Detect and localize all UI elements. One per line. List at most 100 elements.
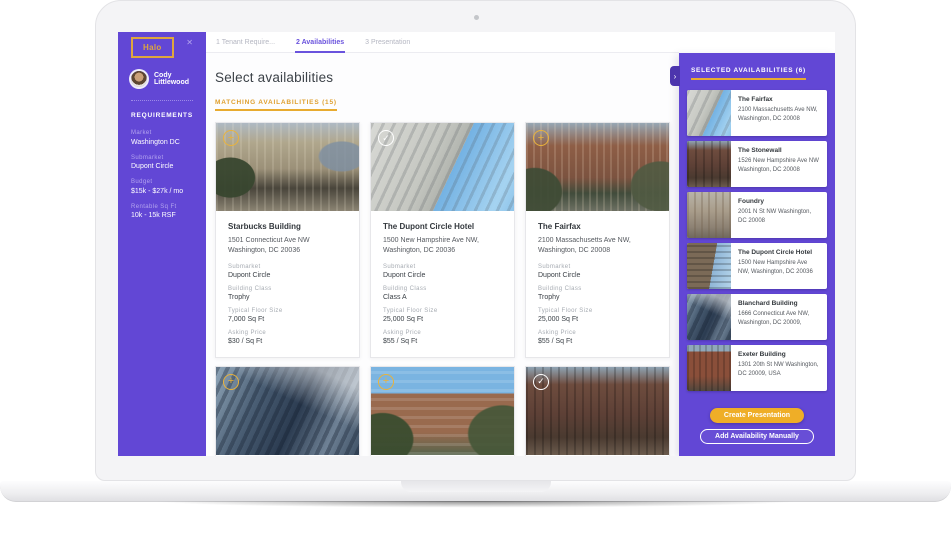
selected-item-blanchard[interactable]: Blanchard Building 1666 Connecticut Ave … [687,294,827,340]
requirement-budget: Budget $15k - $27k / mo [131,179,193,195]
field-label: Submarket [383,264,502,270]
requirement-market: Market Washington DC [131,130,193,146]
property-card-starbucks[interactable]: + Starbucks Building 1501 Connecticut Av… [215,122,360,358]
property-thumbnail [687,345,731,391]
add-circle-icon[interactable]: + [533,130,549,146]
tab-presentation[interactable]: 3 Presentation [364,33,411,52]
requirement-submarket: Submarket Dupont Circle [131,155,193,171]
tab-availabilities[interactable]: 2 Availabilities [295,33,345,52]
selected-availabilities-title: SELECTED AVAILABILITIES (6) [691,67,806,80]
panel-buttons: Create Presentation Add Availability Man… [687,404,827,456]
field-value: Dupont Circle [383,272,502,279]
field-label: Typical Floor Size [383,308,502,314]
field-label: Building Class [228,286,347,292]
field-value: $30 / Sq Ft [228,338,347,345]
field-label: Submarket [131,155,193,161]
field-value: 25,000 Sq Ft [538,316,657,323]
add-circle-icon[interactable]: + [223,130,239,146]
property-name: The Fairfax [538,222,657,231]
field-value: Dupont Circle [538,272,657,279]
field-label: Typical Floor Size [538,308,657,314]
laptop-screen: Halo ✕ Cody Littlewood REQUIREMENTS Mark… [95,0,856,481]
field-value: Class A [383,294,502,301]
requirements-title: REQUIREMENTS [131,112,193,119]
laptop-base [0,481,951,502]
selected-item-exeter[interactable]: Exeter Building 1301 20th St NW Washingt… [687,345,827,391]
property-thumbnail [687,243,731,289]
selected-item-name: The Fairfax [738,96,820,103]
field-label: Building Class [538,286,657,292]
left-sidebar: Halo ✕ Cody Littlewood REQUIREMENTS Mark… [118,32,206,456]
field-label: Building Class [383,286,502,292]
divider [131,100,193,101]
property-card-stonewall[interactable]: ✓ The Stonewall [525,366,670,456]
property-photo: + [216,123,359,211]
property-card-blanchard[interactable]: + Blanchard Building [215,366,360,456]
field-value: 25,000 Sq Ft [383,316,502,323]
panel-collapse-handle[interactable]: › [670,66,680,86]
selected-item-stonewall[interactable]: The Stonewall 1526 New Hampshire Ave NW … [687,141,827,187]
property-thumbnail [687,141,731,187]
create-presentation-button[interactable]: Create Presentation [710,408,804,423]
property-name: The Dupont Circle Hotel [383,222,502,231]
halo-logo: Halo [131,37,174,58]
selected-item-dupont-circle-hotel[interactable]: The Dupont Circle Hotel 1500 New Hampshi… [687,243,827,289]
property-thumbnail [687,90,731,136]
property-address: 1500 New Hampshire Ave NW, Washington, D… [383,236,502,256]
chevron-right-icon: › [674,72,677,81]
selected-item-address: 1301 20th St NW Washington, DC 20009, US… [738,361,820,378]
field-label: Market [131,130,193,136]
field-label: Asking Price [383,330,502,336]
availabilities-content: Select availabilities MATCHING AVAILABIL… [206,53,679,456]
field-label: Budget [131,179,193,185]
property-photo: + [526,123,669,211]
property-card-fairfax[interactable]: + The Fairfax 2100 Massachusetts Ave NW,… [525,122,670,358]
field-value: Washington DC [131,139,193,146]
selected-availabilities-panel: › SELECTED AVAILABILITIES (6) The Fairfa… [679,53,835,456]
step-tabbar: 1 Tenant Require... 2 Availabilities 3 P… [206,32,679,53]
tab-tenant-requirements[interactable]: 1 Tenant Require... [215,33,276,52]
main-area: 1 Tenant Require... 2 Availabilities 3 P… [206,32,679,456]
selected-item-fairfax[interactable]: The Fairfax 2100 Massachusetts Ave NW, W… [687,90,827,136]
avatar [131,71,147,87]
property-card-dumbarton[interactable]: + Dumbarton Place [370,366,515,456]
field-label: Typical Floor Size [228,308,347,314]
requirement-rentable-sqft: Rentable Sq Ft 10k - 15k RSF [131,204,193,220]
field-value: Trophy [538,294,657,301]
field-value: Trophy [228,294,347,301]
user-name: Cody Littlewood [154,72,193,86]
field-label: Rentable Sq Ft [131,204,193,210]
add-circle-icon[interactable]: + [378,374,394,390]
availability-grid: + Starbucks Building 1501 Connecticut Av… [215,122,679,456]
selected-item-foundry[interactable]: Foundry 2001 N St NW Washington, DC 2000… [687,192,827,238]
selected-item-name: The Stonewall [738,147,820,154]
selected-item-address: 1500 New Hampshire Ave NW, Washington, D… [738,259,820,276]
selected-item-address: 1666 Connecticut Ave NW, Washington, DC … [738,310,820,327]
selected-item-name: The Dupont Circle Hotel [738,249,820,256]
selected-check-icon[interactable]: ✓ [533,374,549,390]
selected-item-address: 2100 Massachusetts Ave NW, Washington, D… [738,106,820,123]
page-title: Select availabilities [215,70,679,85]
field-label: Asking Price [538,330,657,336]
property-photo: ✓ [371,123,514,211]
field-value: 7,000 Sq Ft [228,316,347,323]
matching-availabilities-label: MATCHING AVAILABILITIES (15) [215,99,337,111]
close-icon[interactable]: ✕ [186,38,193,47]
property-thumbnail [687,294,731,340]
selected-item-name: Foundry [738,198,820,205]
field-value: $15k - $27k / mo [131,188,193,195]
property-card-dupont-circle-hotel[interactable]: ✓ The Dupont Circle Hotel 1500 New Hamps… [370,122,515,358]
property-photo: + [371,367,514,455]
add-circle-icon[interactable]: + [223,374,239,390]
selected-item-name: Exeter Building [738,351,820,358]
field-label: Submarket [228,264,347,270]
property-thumbnail [687,192,731,238]
selected-item-address: 2001 N St NW Washington, DC 20008 [738,208,820,225]
property-photo: ✓ [526,367,669,455]
property-photo: + [216,367,359,455]
add-availability-manually-button[interactable]: Add Availability Manually [700,429,814,444]
app-window: Halo ✕ Cody Littlewood REQUIREMENTS Mark… [118,32,835,456]
field-label: Submarket [538,264,657,270]
selected-check-icon[interactable]: ✓ [378,130,394,146]
field-value: $55 / Sq Ft [383,338,502,345]
